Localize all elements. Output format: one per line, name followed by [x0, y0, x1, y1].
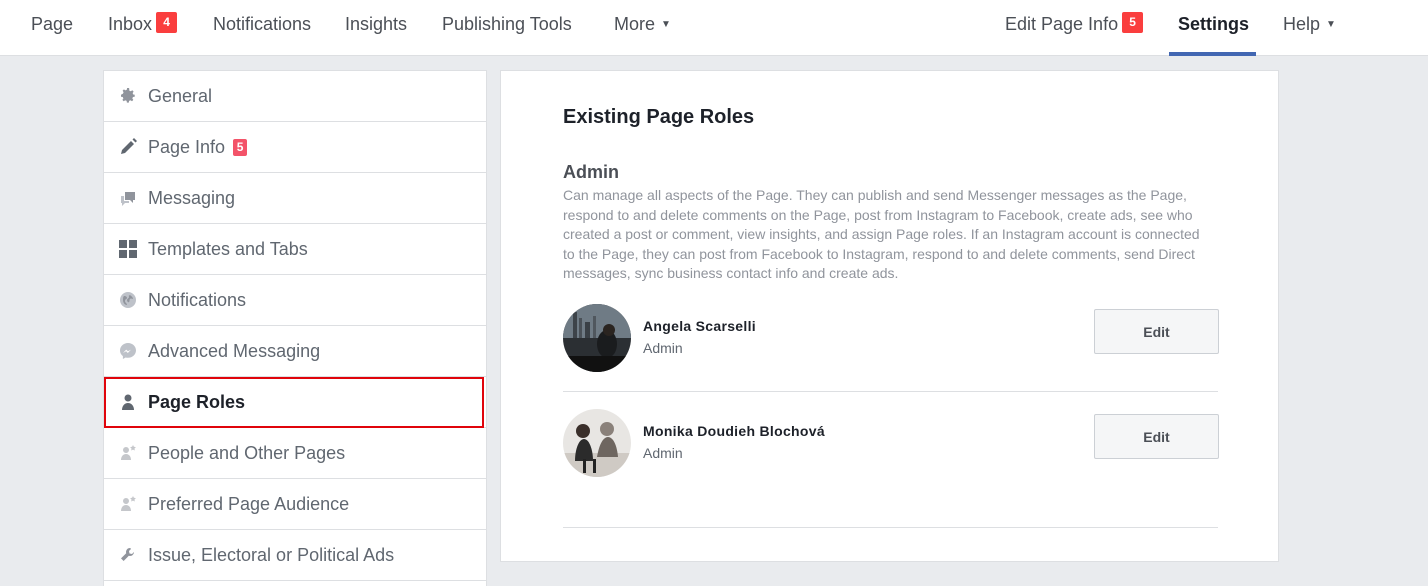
- edit-page-info-badge: 5: [1122, 12, 1144, 33]
- nav-publishing-tools[interactable]: Publishing Tools: [442, 0, 572, 56]
- nav-insights-label: Insights: [345, 14, 408, 34]
- nav-edit-page-info[interactable]: Edit Page Info 5: [1005, 0, 1144, 56]
- nav-notifications[interactable]: Notifications: [213, 0, 311, 56]
- edit-button[interactable]: Edit: [1094, 414, 1219, 459]
- person-row: Monika Doudieh Blochová Admin Edit: [563, 409, 1219, 509]
- sidebar-item-notifications[interactable]: Notifications: [104, 275, 486, 326]
- sidebar-item-people-and-other-pages[interactable]: People and Other Pages: [104, 428, 486, 479]
- role-description: Can manage all aspects of the Page. They…: [563, 187, 1200, 282]
- nav-page[interactable]: Page: [31, 0, 73, 56]
- gear-icon: [118, 86, 138, 106]
- chat-bubbles-icon: [118, 188, 138, 208]
- sidebar-item-page-info[interactable]: Page Info 5: [104, 122, 486, 173]
- sidebar-item-label: Notifications: [148, 289, 247, 310]
- sidebar-item-page-roles[interactable]: Page Roles: [104, 377, 486, 428]
- settings-sidebar: General Page Info 5 Messaging Templates …: [103, 70, 487, 586]
- sidebar-item-label: Page Roles: [148, 391, 246, 412]
- wrench-icon: [118, 545, 138, 565]
- person-role: Admin: [643, 445, 683, 461]
- nav-edit-page-info-label: Edit Page Info: [1005, 14, 1119, 34]
- person-role: Admin: [643, 340, 683, 356]
- nav-notifications-label: Notifications: [213, 14, 312, 34]
- page-roles-panel: Existing Page Roles Admin Can manage all…: [500, 70, 1279, 562]
- top-navigation: Page Inbox 4 Notifications Insights Publi…: [0, 0, 1428, 56]
- person-row: Angela Scarselli Admin Edit: [563, 304, 1219, 404]
- globe-icon: [118, 290, 138, 310]
- nav-page-label: Page: [31, 14, 74, 34]
- person-star-icon: [118, 494, 138, 514]
- sidebar-item-label: Preferred Page Audience: [148, 493, 350, 514]
- active-tab-indicator: [1169, 52, 1256, 56]
- sidebar-item-advanced-messaging[interactable]: Advanced Messaging: [104, 326, 486, 377]
- sidebar-item-general[interactable]: General: [104, 71, 486, 122]
- nav-more[interactable]: More ▼: [614, 0, 671, 56]
- nav-settings[interactable]: Settings: [1178, 0, 1249, 56]
- nav-help[interactable]: Help ▼: [1283, 0, 1336, 56]
- inbox-count-badge: 4: [156, 12, 178, 33]
- sidebar-item-label: Page Info: [148, 136, 226, 157]
- person-name[interactable]: Angela Scarselli: [643, 318, 756, 334]
- nav-settings-label: Settings: [1178, 14, 1250, 34]
- nav-insights[interactable]: Insights: [345, 0, 407, 56]
- person-name[interactable]: Monika Doudieh Blochová: [643, 423, 825, 439]
- sidebar-item-label: General: [148, 85, 213, 106]
- caret-down-icon: ▼: [1326, 19, 1336, 31]
- edit-button[interactable]: Edit: [1094, 309, 1219, 354]
- nav-help-label: Help: [1283, 14, 1321, 34]
- row-divider: [563, 527, 1218, 528]
- page-info-badge: 5: [233, 138, 248, 156]
- messenger-icon: [118, 341, 138, 361]
- person-icon: [118, 392, 138, 412]
- sidebar-item-preferred-page-audience[interactable]: Preferred Page Audience: [104, 479, 486, 530]
- avatar[interactable]: [563, 304, 631, 372]
- row-divider: [563, 391, 1218, 392]
- sidebar-item-label: People and Other Pages: [148, 442, 346, 463]
- role-title: Admin: [563, 162, 619, 182]
- avatar[interactable]: [563, 409, 631, 477]
- nav-more-label: More: [614, 14, 656, 34]
- caret-down-icon: ▼: [661, 19, 671, 31]
- person-star-icon: [118, 443, 138, 463]
- panel-title: Existing Page Roles: [563, 106, 755, 128]
- sidebar-item-issue-electoral-political-ads[interactable]: Issue, Electoral or Political Ads: [104, 530, 486, 581]
- sidebar-item-label: Messaging: [148, 187, 236, 208]
- pencil-icon: [118, 137, 138, 157]
- nav-inbox-label: Inbox: [108, 14, 153, 34]
- sidebar-item-label: Templates and Tabs: [148, 238, 308, 259]
- sidebar-item-templates-and-tabs[interactable]: Templates and Tabs: [104, 224, 486, 275]
- sidebar-item-label: Issue, Electoral or Political Ads: [148, 544, 395, 565]
- grid-icon: [118, 239, 138, 259]
- nav-inbox[interactable]: Inbox 4: [108, 0, 178, 56]
- sidebar-item-label: Advanced Messaging: [148, 340, 321, 361]
- sidebar-item-messaging[interactable]: Messaging: [104, 173, 486, 224]
- nav-publishing-tools-label: Publishing Tools: [442, 14, 572, 34]
